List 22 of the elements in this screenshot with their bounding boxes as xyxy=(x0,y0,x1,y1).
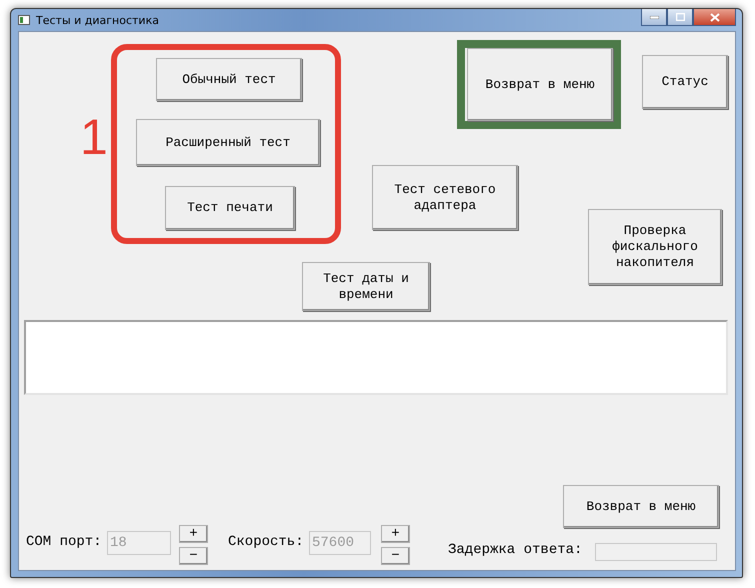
window-title: Тесты и диагностика xyxy=(36,14,159,26)
field-label: Задержка ответа: xyxy=(448,542,582,558)
menu-button[interactable]: Возврат в меню xyxy=(563,485,719,528)
test-button[interactable]: Расширенный тест xyxy=(136,119,320,166)
app-icon xyxy=(18,15,30,25)
test-button[interactable]: Проверка фискального накопителя xyxy=(588,209,722,285)
test-button[interactable]: Тест сетевого адаптера xyxy=(372,165,518,230)
maximize-button[interactable] xyxy=(667,9,693,26)
field-label: Скорость: xyxy=(228,534,304,550)
field-label: COM порт: xyxy=(26,534,102,550)
maximize-icon xyxy=(676,13,684,21)
minimize-icon xyxy=(650,16,658,18)
minimize-button[interactable] xyxy=(641,9,667,26)
output-box[interactable] xyxy=(24,320,728,395)
test-button[interactable]: Обычный тест xyxy=(156,58,302,101)
menu-button[interactable]: Возврат в меню xyxy=(467,48,613,121)
test-button[interactable]: Тест печати xyxy=(165,186,295,230)
test-button[interactable]: Статус xyxy=(642,55,728,109)
close-icon xyxy=(710,12,720,22)
annotation-number: 1 xyxy=(80,112,108,162)
test-button[interactable]: Тест даты и времени xyxy=(302,262,430,311)
close-button[interactable] xyxy=(693,9,736,26)
